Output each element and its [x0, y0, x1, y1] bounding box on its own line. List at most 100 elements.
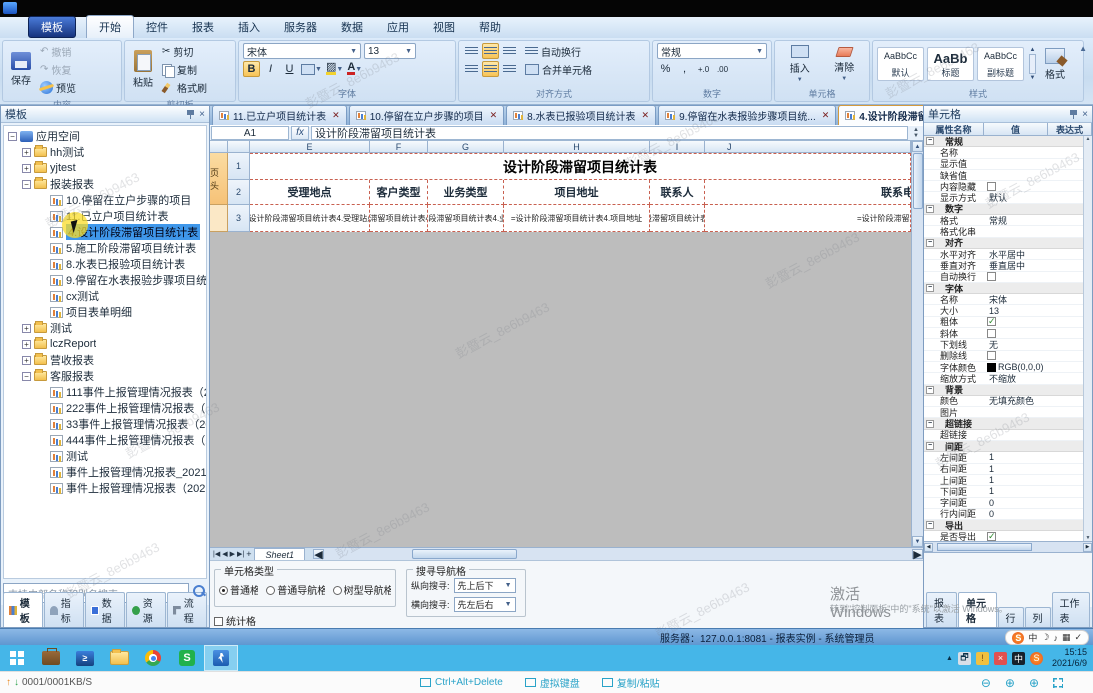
tray-expand-icon[interactable]: ▲ — [946, 655, 953, 662]
tree-item[interactable]: hh测试 — [4, 144, 206, 160]
taskbar-app-sogou[interactable]: S — [170, 645, 204, 671]
left-panel-tab[interactable]: 数据 — [85, 592, 125, 627]
tree-item[interactable]: 事件上报管理情况报表（2021年1月） — [4, 480, 206, 496]
property-scrollbar[interactable]: ▲▼ — [1083, 136, 1092, 541]
left-panel-tab[interactable]: 资源 — [126, 592, 166, 627]
align-bottom-button[interactable] — [501, 43, 518, 59]
row-header[interactable]: 1 — [228, 153, 250, 180]
stats-cell-checkbox[interactable]: 统计格 — [214, 613, 256, 628]
tree-expander-icon[interactable] — [22, 164, 31, 173]
undo-button[interactable]: ↶撤销 — [38, 43, 78, 60]
redo-button[interactable]: ↷恢复 — [38, 61, 78, 78]
italic-button[interactable]: I — [262, 61, 279, 77]
paste-button[interactable]: 粘贴 — [129, 49, 157, 90]
last-sheet-icon[interactable]: ▶| — [237, 550, 244, 558]
ime-punct-icon[interactable]: ♪ — [1053, 633, 1058, 643]
clear-cells-button[interactable]: 清除▼ — [830, 46, 858, 83]
ribbon-tab[interactable]: 报表 — [180, 16, 226, 38]
tree-item[interactable]: 事件上报管理情况报表_2021年1月 — [4, 464, 206, 480]
group-collapse-icon[interactable]: − — [926, 386, 934, 394]
ribbon-tab[interactable]: 帮助 — [467, 16, 513, 38]
sheet-tab[interactable]: Sheet1 — [254, 548, 305, 560]
close-tab-icon[interactable]: ✕ — [642, 110, 650, 121]
close-panel-icon[interactable]: × — [199, 109, 205, 120]
vertical-scroll-thumb[interactable] — [913, 153, 923, 209]
prop-control-icon[interactable] — [987, 363, 996, 372]
sogou-logo-icon[interactable]: S — [1012, 632, 1024, 644]
horizontal-search-select[interactable]: 先左后右▼ — [454, 597, 516, 612]
cell-f3[interactable]: =设计阶段滞留项目统计表4.客户类型 — [370, 205, 428, 232]
scroll-right-icon[interactable]: ▶ — [912, 549, 923, 559]
cell-j2[interactable]: 联系电话 — [705, 180, 911, 205]
wrap-text-button[interactable]: 自动换行 — [520, 43, 586, 59]
preview-button[interactable]: 预览 — [38, 79, 78, 96]
document-tab[interactable]: 11.已立户项目统计表 ✕ — [212, 105, 347, 125]
copy-paste-button[interactable]: 复制/粘贴 — [602, 675, 660, 690]
tree-item[interactable]: 5.施工阶段滞留项目统计表 — [4, 240, 206, 256]
style-title[interactable]: AaBb 标题 — [927, 47, 974, 81]
ribbon-tab[interactable]: 服务器 — [272, 16, 329, 38]
prop-control-icon[interactable] — [987, 329, 996, 338]
taskbar-app-powershell[interactable]: ≥ — [68, 645, 102, 671]
format-button[interactable]: 格式 — [1041, 47, 1069, 82]
tree-item[interactable]: 测试 — [4, 320, 206, 336]
column-header[interactable]: H — [504, 141, 650, 153]
taskbar-app-chrome[interactable] — [136, 645, 170, 671]
horizontal-scrollbar[interactable]: ◀ ▶ — [313, 548, 923, 560]
tree-item[interactable]: 9.停留在水表报验步骤项目统计清单 — [4, 272, 206, 288]
fx-icon[interactable]: fx — [291, 126, 309, 140]
cell-e2[interactable]: 受理地点 — [250, 180, 370, 205]
ime-keyboard-icon[interactable]: ▦ — [1062, 632, 1071, 643]
cell-g3[interactable]: =设计阶段滞留项目统计表4.业务类型 — [428, 205, 504, 232]
taskbar-app-toolbox[interactable] — [34, 645, 68, 671]
tree-expander-icon[interactable] — [8, 132, 17, 141]
tree-item[interactable]: cx测试 — [4, 288, 206, 304]
number-format-combo[interactable]: 常规▼ — [657, 43, 767, 59]
copy-button[interactable]: 复制 — [160, 61, 209, 78]
tray-ime-cn-icon[interactable]: 中 — [1012, 652, 1025, 665]
report-title-cell[interactable]: 设计阶段滞留项目统计表 — [250, 153, 911, 180]
close-tab-icon[interactable]: ✕ — [822, 110, 830, 121]
left-panel-tab[interactable]: 模板 — [3, 592, 43, 627]
cell-i3[interactable]: =设计阶段滞留项目统计表4.联系人 — [650, 205, 705, 232]
vertical-scrollbar[interactable]: ▲ ▼ — [911, 141, 923, 547]
tree-expander-icon[interactable] — [22, 340, 31, 349]
ribbon-tab[interactable]: 模板 — [28, 16, 76, 38]
left-panel-tab[interactable]: 指标 — [44, 592, 84, 627]
property-hscrollbar[interactable]: ◀▶ — [924, 542, 1092, 553]
column-header[interactable]: J — [705, 141, 911, 153]
group-collapse-icon[interactable]: − — [926, 205, 934, 213]
cut-button[interactable]: ✂剪切 — [160, 43, 209, 60]
close-tab-icon[interactable]: ✕ — [490, 110, 498, 121]
align-left-button[interactable] — [463, 61, 480, 77]
ribbon-tab[interactable]: 开始 — [86, 15, 134, 38]
cell-reference-box[interactable]: A1 — [211, 126, 289, 140]
virtual-keyboard-button[interactable]: 虚拟键盘 — [525, 675, 580, 690]
prop-control-icon[interactable] — [987, 351, 996, 360]
zoom-out-icon[interactable]: ⊖ — [981, 676, 991, 690]
taskbar-clock[interactable]: 15:15 2021/6/9 — [1048, 647, 1087, 669]
column-header[interactable]: G — [428, 141, 504, 153]
ctrl-alt-delete-button[interactable]: Ctrl+Alt+Delete — [420, 677, 503, 688]
row-header[interactable]: 3 — [228, 205, 250, 232]
group-collapse-icon[interactable]: − — [926, 137, 934, 145]
tree-item[interactable]: 11.已立户项目统计表 — [4, 208, 206, 224]
ime-toolbar[interactable]: S 中 ☽ ♪ ▦ ✓ — [1005, 630, 1089, 645]
tree-expander-icon[interactable] — [22, 324, 31, 333]
page-header-band[interactable]: 页头 — [210, 153, 228, 205]
prop-control-icon[interactable] — [987, 532, 996, 541]
style-default[interactable]: AaBbCc 默认 — [877, 47, 924, 81]
first-sheet-icon[interactable]: |◀ — [213, 550, 220, 558]
fill-color-button[interactable]: ▨▼ — [325, 61, 344, 77]
comma-button[interactable]: , — [676, 61, 693, 77]
vertical-search-select[interactable]: 先上后下▼ — [454, 578, 516, 593]
document-tab[interactable]: 9.停留在水表报验步骤项目统... ✕ — [658, 105, 836, 125]
font-color-button[interactable]: A▼ — [346, 61, 363, 77]
cell-g2[interactable]: 业务类型 — [428, 180, 504, 205]
tree-item[interactable]: 测试 — [4, 448, 206, 464]
cell-type-radio[interactable]: 普通格 — [219, 582, 258, 597]
cell-type-radio[interactable]: 普通导航格 — [266, 582, 324, 597]
format-painter-button[interactable]: 格式刷 — [160, 79, 209, 96]
scroll-down-icon[interactable]: ▼ — [912, 536, 923, 547]
tree-item[interactable]: 33事件上报管理情况报表（2021年1月） — [4, 416, 206, 432]
